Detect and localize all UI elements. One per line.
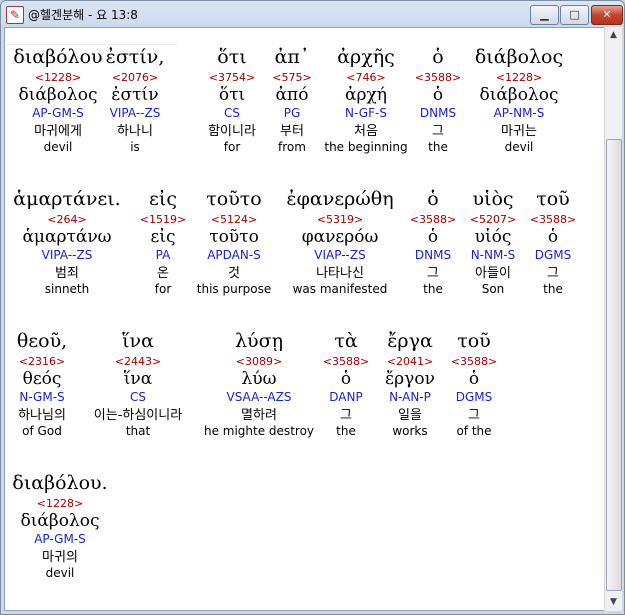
- strong-number: <1228>: [36, 497, 84, 510]
- parsing-code: DGMS: [534, 248, 572, 262]
- greek-word: διάβολος: [474, 46, 564, 68]
- title-bar[interactable]: ✎ @헬겐분해 - 요 13:8 ▁ □ ✕: [1, 1, 624, 27]
- korean-gloss: 이는-하심이니라: [93, 408, 183, 423]
- minimize-button[interactable]: ▁: [530, 5, 559, 25]
- lemma: ἵνα: [123, 369, 153, 389]
- english-gloss: devil: [45, 566, 75, 580]
- vertical-scrollbar[interactable]: ▲ ▼: [604, 27, 622, 611]
- lemma: διάβολος: [20, 511, 100, 531]
- word-column[interactable]: διαβόλου. <1228> διάβολος AP-GM-S 마귀의 devil: [5, 472, 120, 581]
- greek-word: τοῦτο: [206, 188, 262, 210]
- strong-number: <1228>: [495, 71, 543, 84]
- word-column[interactable]: τοῦ <3588> ὁ DGMS 그 of the: [414, 330, 534, 439]
- strong-number: <5124>: [210, 213, 258, 226]
- greek-word: τοῦ: [457, 330, 491, 352]
- greek-word: διαβόλου.: [12, 472, 108, 494]
- parsing-code: DGMS: [455, 390, 493, 404]
- parsing-code: APDAN-S: [207, 248, 261, 262]
- english-gloss: of the: [456, 424, 492, 438]
- maximize-button[interactable]: □: [560, 5, 589, 25]
- strong-number: <3588>: [450, 355, 498, 368]
- word-column[interactable]: τοῦτο <5124> τοῦτο APDAN-S 것 this purpose: [174, 188, 294, 297]
- lemma: διάβολος: [479, 85, 559, 105]
- greek-word: τοῦ: [536, 188, 570, 210]
- english-gloss: that: [125, 424, 151, 438]
- english-gloss: this purpose: [196, 282, 272, 296]
- window-title: @헬겐분해 - 요 13:8: [28, 8, 138, 22]
- app-logo-icon: ✎: [6, 6, 24, 24]
- korean-gloss: 마귀는: [501, 124, 537, 139]
- greek-word: ἵνα: [122, 330, 154, 352]
- close-button[interactable]: ✕: [591, 5, 623, 25]
- korean-gloss: 마귀의: [42, 550, 78, 565]
- word-column[interactable]: ἵνα <2443> ἵνα CS 이는-하심이니라 that: [78, 330, 198, 439]
- strong-number: <2443>: [114, 355, 162, 368]
- english-gloss: devil: [504, 140, 534, 154]
- lemma: ὁ: [468, 369, 480, 389]
- tab-strip: [5, 28, 177, 45]
- korean-gloss: 그: [547, 266, 559, 281]
- parsing-code: CS: [130, 390, 146, 404]
- scroll-thumb[interactable]: [606, 139, 622, 591]
- word-column[interactable]: διάβολος <1228> διάβολος AP-NM-S 마귀는 devil: [459, 46, 579, 155]
- parsing-code: AP-NM-S: [493, 106, 545, 120]
- word-column[interactable]: τοῦ <3588> ὁ DGMS 그 the: [493, 188, 607, 297]
- lemma: τοῦτο: [209, 227, 259, 247]
- scroll-up-icon[interactable]: ▲: [605, 27, 622, 44]
- korean-gloss: 것: [228, 266, 240, 281]
- lemma: ὁ: [547, 227, 559, 247]
- strong-number: <3588>: [529, 213, 577, 226]
- korean-gloss: 그: [468, 408, 480, 423]
- scroll-down-icon[interactable]: ▼: [605, 594, 622, 611]
- english-gloss: the: [543, 282, 563, 296]
- parsing-code: AP-GM-S: [34, 532, 86, 546]
- analysis-view: διαβόλου <1228> διάβολος AP-GM-S 마귀에게 devil ἐσ…: [4, 27, 608, 611]
